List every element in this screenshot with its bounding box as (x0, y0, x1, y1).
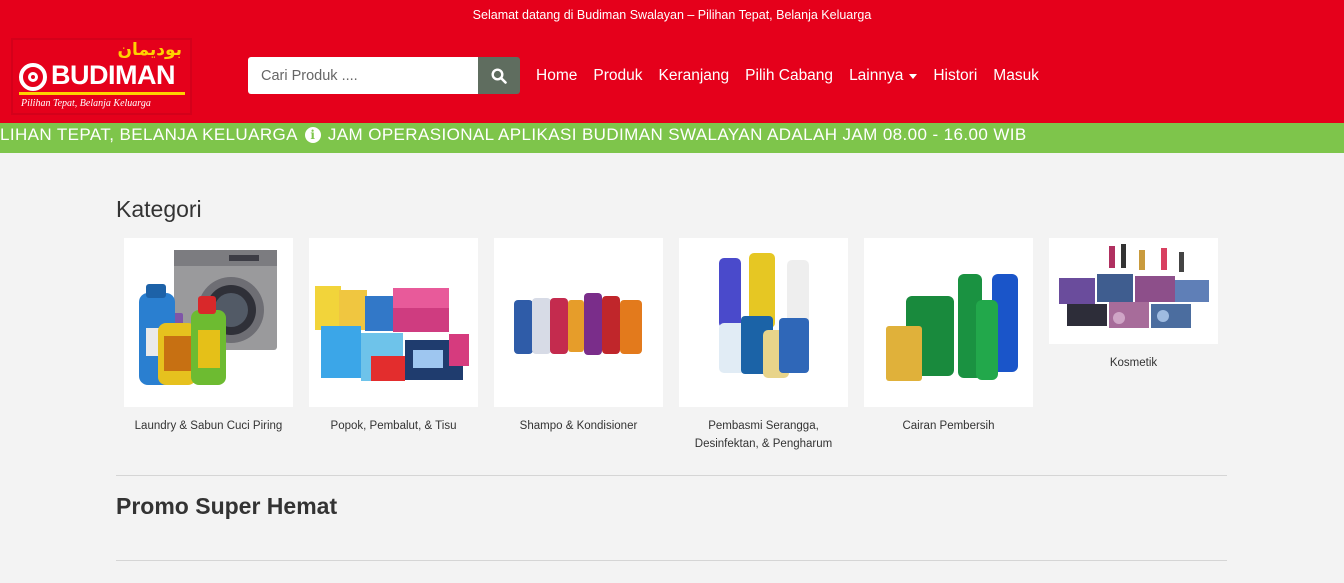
category-card-shampo[interactable]: Shampo & Kondisioner (494, 238, 663, 453)
budiman-logo[interactable]: بوديمان BUDIMAN Pilihan Tepat, Belanja K… (11, 38, 192, 115)
category-label: Kosmetik (1109, 357, 1158, 369)
category-card-kosmetik[interactable]: Kosmetik (1049, 238, 1218, 453)
kategori-title: Kategori (116, 196, 202, 222)
logo-arabic-text: بوديمان (117, 40, 182, 60)
category-label: Shampo & Kondisioner (519, 420, 638, 432)
section-divider (116, 560, 1227, 561)
main-nav: Home Produk Keranjang Pilih Cabang Lainn… (528, 67, 1047, 85)
nav-histori[interactable]: Histori (925, 67, 985, 85)
search-icon (491, 67, 507, 84)
category-label: Pembasmi Serangga, Desinfektan, & Pengha… (694, 420, 833, 450)
search-input[interactable] (248, 57, 478, 94)
site-header: Selamat datang di Budiman Swalayan – Pil… (0, 0, 1344, 123)
logo-mark-icon (19, 63, 47, 91)
nav-keranjang[interactable]: Keranjang (650, 67, 737, 85)
category-card-laundry[interactable]: Laundry & Sabun Cuci Piring (124, 238, 293, 453)
category-card-pembasmi[interactable]: Pembasmi Serangga, Desinfektan, & Pengha… (679, 238, 848, 453)
category-image-shampo (494, 238, 663, 407)
main-content: Kategori Laundry & Sabun Cuci Piring Pop… (116, 153, 1227, 561)
logo-slogan: Pilihan Tepat, Belanja Keluarga (21, 98, 151, 109)
promo-title: Promo Super Hemat (116, 493, 337, 520)
nav-home[interactable]: Home (528, 67, 585, 85)
nav-lainnya-dropdown[interactable]: Lainnya (841, 67, 925, 85)
search-button[interactable] (478, 57, 520, 94)
promo-title-text: Promo Super Hemat (116, 493, 338, 519)
nav-masuk[interactable]: Masuk (985, 67, 1047, 85)
nav-produk[interactable]: Produk (585, 67, 650, 85)
section-divider (116, 475, 1227, 476)
category-card-popok[interactable]: Popok, Pembalut, & Tisu (309, 238, 478, 453)
nav-lainnya-label: Lainnya (849, 67, 904, 84)
category-label: Laundry & Sabun Cuci Piring (134, 420, 283, 432)
logo-name: BUDIMAN (51, 60, 176, 90)
category-label: Popok, Pembalut, & Tisu (330, 420, 457, 432)
search-form (248, 57, 520, 94)
category-list: Laundry & Sabun Cuci Piring Popok, Pemba… (124, 238, 1227, 453)
marquee-text-before: LIHAN TEPAT, BELANJA KELUARGA (0, 125, 298, 144)
category-card-cairan[interactable]: Cairan Pembersih (864, 238, 1033, 453)
info-icon: i (304, 127, 321, 143)
category-image-pembasmi (679, 238, 848, 407)
category-image-cairan (864, 238, 1033, 407)
category-label: Cairan Pembersih (902, 420, 995, 432)
caret-down-icon (909, 73, 918, 79)
announcement-marquee: LIHAN TEPAT, BELANJA KELUARGA i JAM OPER… (0, 123, 1344, 153)
welcome-text: Selamat datang di Budiman Swalayan – Pil… (472, 8, 872, 22)
marquee-text-after: JAM OPERASIONAL APLIKASI BUDIMAN SWALAYA… (327, 125, 1027, 144)
category-image-kosmetik (1049, 238, 1218, 344)
category-image-laundry (124, 238, 293, 407)
nav-pilih-cabang[interactable]: Pilih Cabang (737, 67, 841, 85)
logo-bar (19, 92, 185, 95)
category-image-popok (309, 238, 478, 407)
